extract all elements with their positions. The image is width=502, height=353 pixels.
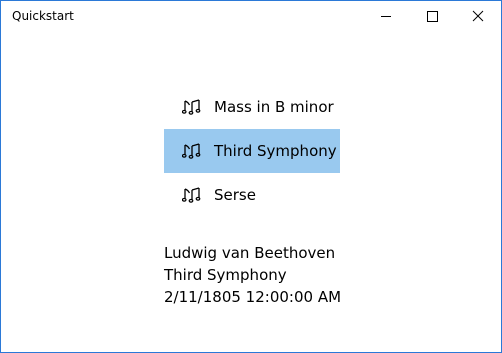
minimize-button[interactable] [363, 1, 409, 32]
song-list: Mass in B minor Third Symphony Serse [164, 85, 340, 217]
music-note-icon [182, 187, 201, 203]
minimize-icon [381, 16, 391, 17]
music-note-icon [182, 143, 201, 159]
song-label: Serse [214, 186, 256, 204]
maximize-icon [427, 11, 438, 22]
song-label: Third Symphony [214, 142, 337, 160]
song-item-mass-in-b-minor[interactable]: Mass in B minor [164, 85, 340, 129]
app-window: Quickstart Mass in B minor Third Symphon… [0, 0, 502, 353]
music-note-icon [182, 99, 201, 115]
window-title: Quickstart [12, 9, 74, 23]
maximize-button[interactable] [409, 1, 455, 32]
song-item-third-symphony[interactable]: Third Symphony [164, 129, 340, 173]
song-label: Mass in B minor [214, 98, 334, 116]
title-bar[interactable]: Quickstart [1, 1, 501, 32]
close-icon [472, 10, 484, 22]
release-date-text: 2/11/1805 12:00:00 AM [164, 288, 342, 306]
song-details: Ludwig van Beethoven Third Symphony 2/11… [164, 242, 341, 308]
composer-text: Ludwig van Beethoven [164, 244, 336, 262]
song-title-text: Third Symphony [164, 266, 287, 284]
song-item-serse[interactable]: Serse [164, 173, 340, 217]
close-button[interactable] [455, 1, 501, 32]
